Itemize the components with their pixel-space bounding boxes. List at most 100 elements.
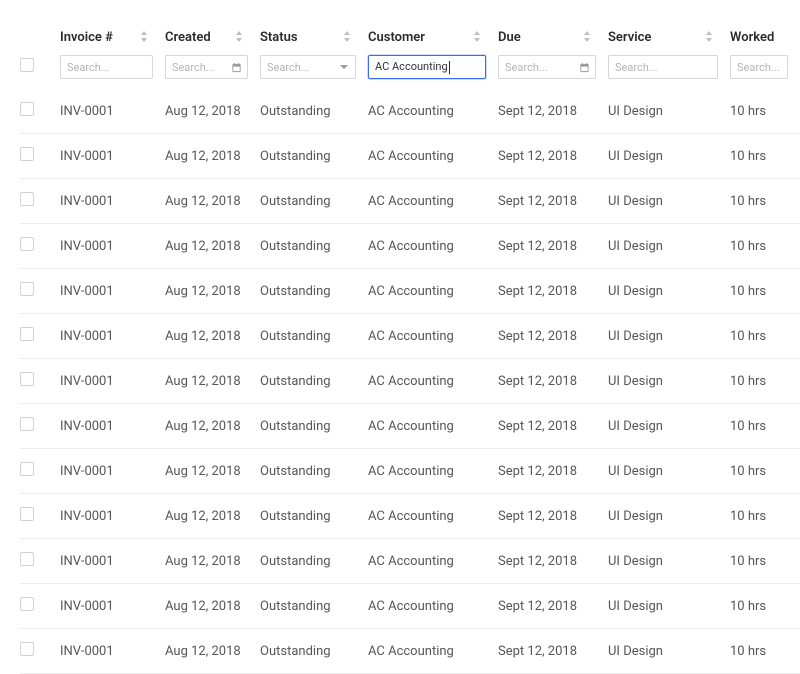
cell-status: Outstanding: [260, 179, 368, 224]
cell-status: Outstanding: [260, 134, 368, 179]
row-checkbox[interactable]: [20, 507, 34, 521]
cell-service: UI Design: [608, 314, 730, 359]
row-checkbox[interactable]: [20, 642, 34, 656]
cell-due: Sept 12, 2018: [498, 134, 608, 179]
cell-customer: AC Accounting: [368, 134, 498, 179]
cell-invoice: INV-0001: [60, 584, 165, 629]
cell-worked: 10 hrs: [730, 134, 800, 179]
cell-due: Sept 12, 2018: [498, 179, 608, 224]
col-header-invoice[interactable]: Invoice #: [60, 30, 165, 51]
cell-customer: AC Accounting: [368, 494, 498, 539]
row-checkbox[interactable]: [20, 102, 34, 116]
cell-due: Sept 12, 2018: [498, 539, 608, 584]
cell-created: Aug 12, 2018: [165, 449, 260, 494]
cell-customer: AC Accounting: [368, 269, 498, 314]
cell-worked: 10 hrs: [730, 449, 800, 494]
filter-status[interactable]: [260, 55, 356, 79]
row-checkbox[interactable]: [20, 327, 34, 341]
col-label: Due: [498, 30, 521, 45]
row-checkbox[interactable]: [20, 552, 34, 566]
cell-status: Outstanding: [260, 269, 368, 314]
table-row[interactable]: INV-0001Aug 12, 2018OutstandingAC Accoun…: [20, 404, 800, 449]
filter-created[interactable]: [165, 55, 248, 79]
table-row[interactable]: INV-0001Aug 12, 2018OutstandingAC Accoun…: [20, 629, 800, 674]
sort-icon[interactable]: [474, 31, 482, 43]
cell-service: UI Design: [608, 89, 730, 134]
col-header-created[interactable]: Created: [165, 30, 260, 51]
cell-status: Outstanding: [260, 539, 368, 584]
cell-created: Aug 12, 2018: [165, 89, 260, 134]
cell-customer: AC Accounting: [368, 89, 498, 134]
cell-worked: 10 hrs: [730, 179, 800, 224]
cell-status: Outstanding: [260, 449, 368, 494]
table-row[interactable]: INV-0001Aug 12, 2018OutstandingAC Accoun…: [20, 584, 800, 629]
sort-icon[interactable]: [141, 31, 149, 43]
col-header-status[interactable]: Status: [260, 30, 368, 51]
cell-created: Aug 12, 2018: [165, 629, 260, 674]
row-checkbox[interactable]: [20, 417, 34, 431]
table-row[interactable]: INV-0001Aug 12, 2018OutstandingAC Accoun…: [20, 494, 800, 539]
cell-customer: AC Accounting: [368, 359, 498, 404]
row-checkbox[interactable]: [20, 597, 34, 611]
cell-invoice: INV-0001: [60, 449, 165, 494]
filter-due[interactable]: [498, 55, 596, 79]
cell-service: UI Design: [608, 359, 730, 404]
cell-created: Aug 12, 2018: [165, 494, 260, 539]
table-row[interactable]: INV-0001Aug 12, 2018OutstandingAC Accoun…: [20, 134, 800, 179]
cell-worked: 10 hrs: [730, 359, 800, 404]
table-row[interactable]: INV-0001Aug 12, 2018OutstandingAC Accoun…: [20, 89, 800, 134]
filter-service[interactable]: [608, 55, 718, 79]
sort-icon[interactable]: [706, 31, 714, 43]
cell-created: Aug 12, 2018: [165, 584, 260, 629]
cell-customer: AC Accounting: [368, 449, 498, 494]
table-row[interactable]: INV-0001Aug 12, 2018OutstandingAC Accoun…: [20, 359, 800, 404]
cell-customer: AC Accounting: [368, 539, 498, 584]
col-label: Worked: [730, 30, 774, 45]
table-row[interactable]: INV-0001Aug 12, 2018OutstandingAC Accoun…: [20, 269, 800, 314]
filter-customer[interactable]: AC Accounting: [368, 55, 486, 79]
cell-due: Sept 12, 2018: [498, 314, 608, 359]
col-header-customer[interactable]: Customer: [368, 30, 498, 51]
cell-invoice: INV-0001: [60, 134, 165, 179]
sort-icon[interactable]: [344, 31, 352, 43]
select-all-checkbox[interactable]: [20, 58, 34, 72]
cell-due: Sept 12, 2018: [498, 584, 608, 629]
cell-service: UI Design: [608, 269, 730, 314]
table-row[interactable]: INV-0001Aug 12, 2018OutstandingAC Accoun…: [20, 314, 800, 359]
row-checkbox[interactable]: [20, 462, 34, 476]
col-label: Invoice #: [60, 30, 113, 45]
cell-service: UI Design: [608, 539, 730, 584]
table-row[interactable]: INV-0001Aug 12, 2018OutstandingAC Accoun…: [20, 539, 800, 584]
cell-worked: 10 hrs: [730, 269, 800, 314]
invoice-table: Invoice # Created Status Customer Due: [20, 30, 800, 674]
row-checkbox[interactable]: [20, 372, 34, 386]
cell-customer: AC Accounting: [368, 224, 498, 269]
col-header-service[interactable]: Service: [608, 30, 730, 51]
cell-created: Aug 12, 2018: [165, 179, 260, 224]
cell-invoice: INV-0001: [60, 269, 165, 314]
col-header-worked[interactable]: Worked: [730, 30, 800, 51]
row-checkbox[interactable]: [20, 237, 34, 251]
cell-customer: AC Accounting: [368, 629, 498, 674]
cell-due: Sept 12, 2018: [498, 359, 608, 404]
cell-created: Aug 12, 2018: [165, 224, 260, 269]
filter-worked[interactable]: [730, 55, 788, 79]
cell-status: Outstanding: [260, 224, 368, 269]
row-checkbox[interactable]: [20, 282, 34, 296]
cell-due: Sept 12, 2018: [498, 449, 608, 494]
row-checkbox[interactable]: [20, 192, 34, 206]
sort-icon[interactable]: [236, 31, 244, 43]
cell-service: UI Design: [608, 629, 730, 674]
cell-status: Outstanding: [260, 89, 368, 134]
cell-worked: 10 hrs: [730, 494, 800, 539]
cell-created: Aug 12, 2018: [165, 359, 260, 404]
filter-invoice[interactable]: [60, 55, 153, 79]
col-header-due[interactable]: Due: [498, 30, 608, 51]
table-row[interactable]: INV-0001Aug 12, 2018OutstandingAC Accoun…: [20, 179, 800, 224]
sort-icon[interactable]: [584, 31, 592, 43]
table-row[interactable]: INV-0001Aug 12, 2018OutstandingAC Accoun…: [20, 224, 800, 269]
table-row[interactable]: INV-0001Aug 12, 2018OutstandingAC Accoun…: [20, 449, 800, 494]
filter-customer-value: AC Accounting: [375, 60, 450, 74]
cell-invoice: INV-0001: [60, 224, 165, 269]
row-checkbox[interactable]: [20, 147, 34, 161]
